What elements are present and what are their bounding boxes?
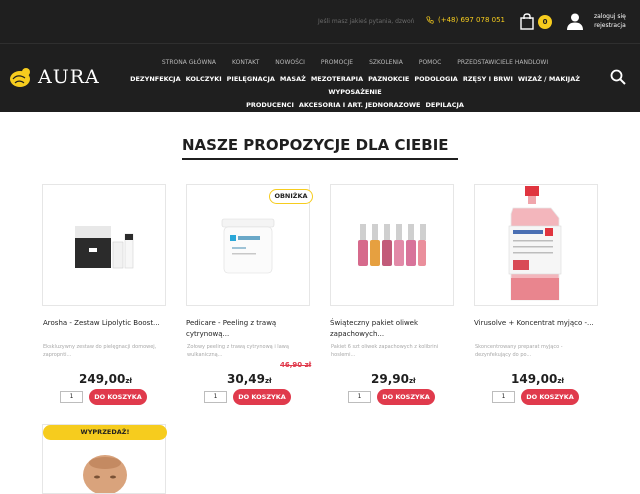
product-card-image[interactable] — [474, 184, 598, 306]
nav-link-training[interactable]: SZKOLENIA — [369, 59, 403, 66]
category-equipment[interactable]: WYPOSAŻENIE — [328, 86, 381, 99]
product-description-line: Skoncentrowany preparat myjąco - — [475, 344, 563, 350]
product-price: 149,00zł — [511, 372, 564, 386]
add-to-cart-button[interactable]: DO KOSZYKA — [89, 389, 147, 405]
category-producers[interactable]: PRODUCENCI — [246, 99, 294, 112]
product-description-line: zapropnti... — [43, 352, 72, 358]
main-category-nav: DEZYNFEKCJA KOLCZYKI PIELĘGNACJA MASAŻ MEZOT… — [110, 73, 600, 112]
product-description-line: dezynfekujący do po... — [475, 352, 532, 358]
cart-button[interactable]: 0 — [520, 12, 552, 32]
product-card-image[interactable] — [330, 184, 454, 306]
price-value: 30,49 — [227, 372, 265, 386]
product-kit-picture — [75, 226, 134, 269]
product-oils-picture — [358, 224, 426, 266]
product-card-image[interactable] — [42, 184, 166, 306]
price-currency: zł — [557, 377, 564, 385]
price-currency: zł — [125, 377, 132, 385]
product-price: 249,00zł — [79, 372, 132, 386]
product-bottle-picture — [508, 186, 562, 301]
sale-badge: WYPRZEDAŻ! — [43, 425, 167, 440]
product-card-image[interactable]: OBNIŻKA — [186, 184, 313, 306]
product-description: Zołowy peeling z trawą cytrynową i lawą … — [187, 343, 311, 359]
product-image — [331, 185, 453, 305]
category-depilation[interactable]: DEPILACJA — [426, 99, 464, 112]
contact-question-text: Jeśli masz jakieś pytania, dzwoń — [318, 18, 415, 25]
price-currency: zł — [408, 377, 416, 385]
price-value: 149,00 — [511, 372, 558, 386]
phone-link[interactable]: (+48) 697 078 051 — [426, 16, 505, 24]
section-title: NASZE PROPOZYCJE DLA CIEBIE — [182, 136, 449, 154]
product-price: 29,90zł — [371, 372, 416, 386]
user-icon[interactable] — [566, 12, 584, 30]
phone-number: (+48) 697 078 051 — [438, 16, 505, 24]
nav-link-help[interactable]: POMOC — [419, 59, 441, 66]
register-link[interactable]: rejestracja — [594, 21, 626, 30]
quantity-input[interactable]: 1 — [204, 391, 227, 403]
account-links[interactable]: zaloguj się rejestracja — [594, 12, 626, 30]
nav-link-promotions[interactable]: PROMOCJE — [321, 59, 353, 66]
product-description-line: hoslemi... — [331, 352, 356, 358]
product-name-line: Pedicare - Peeling z trawą — [186, 319, 277, 327]
product-name-line: zapachowych... — [330, 330, 385, 338]
product-name[interactable]: Pedicare - Peeling z trawą cytrynową... — [186, 318, 310, 340]
product-mannequin-picture — [83, 455, 127, 493]
top-bar: Jeśli masz jakieś pytania, dzwoń (+48) 6… — [0, 0, 640, 44]
category-earrings[interactable]: KOLCZYKI — [186, 73, 222, 86]
shopping-bag-icon — [520, 13, 534, 30]
site-header: Jeśli masz jakieś pytania, dzwoń (+48) 6… — [0, 0, 640, 112]
category-care[interactable]: PIELĘGNACJA — [227, 73, 275, 86]
category-lashes-brows[interactable]: RZĘSY I BRWI — [463, 73, 513, 86]
category-podology[interactable]: PODOLOGIA — [414, 73, 457, 86]
nav-link-news[interactable]: NOWOŚCI — [275, 59, 305, 66]
product-description-line: wulkaniczną... — [187, 352, 223, 358]
search-icon[interactable] — [610, 69, 626, 85]
product-description: Pakiet 6 szt oliwek zapachowych z kolibr… — [331, 343, 455, 359]
product-description-line: Ekskluzywny zestaw do pielęgnacji domowe… — [43, 344, 157, 350]
product-name[interactable]: Virusolve + Koncentrat myjąco -... — [474, 318, 598, 329]
nav-link-home[interactable]: STRONA GŁÓWNA — [162, 59, 216, 66]
category-mesotherapy[interactable]: MEZOTERAPIA — [311, 73, 363, 86]
discount-badge: OBNIŻKA — [269, 189, 313, 204]
product-description-line: Zołowy peeling z trawą cytrynową i lawą — [187, 344, 289, 350]
product-name-line: cytrynową... — [186, 330, 230, 338]
category-massage[interactable]: MASAŻ — [280, 73, 306, 86]
site-logo[interactable]: AURA — [8, 66, 100, 88]
price-currency: zł — [264, 377, 272, 385]
product-description: Skoncentrowany preparat myjąco - dezynfe… — [475, 343, 599, 359]
price-value: 29,90 — [371, 372, 409, 386]
login-link[interactable]: zaloguj się — [594, 12, 626, 21]
add-to-cart-button[interactable]: DO KOSZYKA — [233, 389, 291, 405]
product-name[interactable]: Świąteczny pakiet oliwek zapachowych... — [330, 318, 454, 340]
category-disposables[interactable]: AKCESORIA I ART. JEDNORAZOWE — [299, 99, 421, 112]
add-to-cart-button[interactable]: DO KOSZYKA — [377, 389, 435, 405]
add-to-cart-button[interactable]: DO KOSZYKA — [521, 389, 579, 405]
product-name-line: Świąteczny pakiet oliwek — [330, 319, 419, 327]
cart-count-badge: 0 — [538, 15, 552, 29]
product-image — [475, 185, 597, 305]
phone-icon — [426, 16, 434, 24]
category-disinfection[interactable]: DEZYNFEKCJA — [130, 73, 181, 86]
product-name[interactable]: Arosha - Zestaw Lipolytic Boost... — [43, 318, 167, 329]
product-description: Ekskluzywny zestaw do pielęgnacji domowe… — [43, 343, 167, 359]
product-jar-picture — [221, 218, 275, 274]
product-image — [43, 185, 165, 305]
price-value: 249,00 — [79, 372, 126, 386]
product-price: 30,49zł — [227, 372, 272, 386]
title-underline — [182, 158, 458, 160]
old-price: 46,90 zł — [280, 361, 312, 369]
nav-link-contact[interactable]: KONTAKT — [232, 59, 259, 66]
quantity-input[interactable]: 1 — [492, 391, 515, 403]
category-nails[interactable]: PAZNOKCIE — [368, 73, 409, 86]
quantity-input[interactable]: 1 — [348, 391, 371, 403]
nav-link-sales-reps[interactable]: PRZEDSTAWICIELE HANDLOWI — [457, 59, 548, 66]
aura-logo-icon — [10, 68, 30, 87]
quantity-input[interactable]: 1 — [60, 391, 83, 403]
product-card-image[interactable]: WYPRZEDAŻ! — [42, 424, 167, 494]
category-makeup[interactable]: WIZAŻ / MAKIJAŻ — [518, 73, 580, 86]
product-description-line: Pakiet 6 szt oliwek zapachowych z kolibr… — [331, 344, 439, 350]
logo-text: AURA — [38, 66, 100, 88]
secondary-nav: STRONA GŁÓWNA KONTAKT NOWOŚCI PROMOCJE SZKOL… — [110, 59, 600, 66]
